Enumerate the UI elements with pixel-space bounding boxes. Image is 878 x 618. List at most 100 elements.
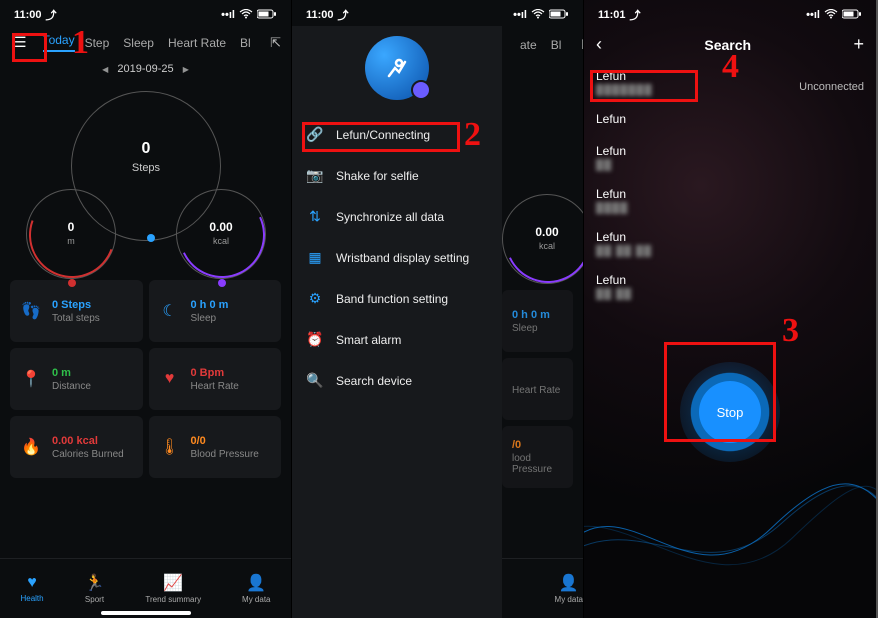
- dot-purple: [218, 279, 226, 287]
- drawer-item-smart-alarm[interactable]: ⏰Smart alarm: [292, 319, 502, 360]
- metric-card-sleep[interactable]: ☾0 h 0 mSleep: [149, 280, 282, 342]
- nav-icon: 📈: [163, 573, 183, 593]
- heart-icon: ♥: [159, 368, 181, 390]
- signal-icon: ••ıl: [221, 9, 235, 21]
- metric-value: 0 Bpm: [191, 367, 239, 379]
- nav-icon: ♥: [27, 574, 37, 592]
- battery-icon: [549, 9, 569, 22]
- status-bar: 11:00 ⤴ ••ıl: [292, 0, 583, 26]
- drawer-item-label: Band function setting: [336, 292, 448, 306]
- device-name: Lefun: [596, 273, 864, 287]
- tab-heart-rate[interactable]: Heart Rate: [168, 36, 226, 50]
- nav-label: Sport: [85, 595, 104, 604]
- metric-card-heart-rate[interactable]: ♥ 0 Bpm Heart Rate: [149, 348, 282, 410]
- ring-steps-label: Steps: [72, 162, 220, 174]
- device-item[interactable]: Lefun ██ ██: [596, 267, 864, 310]
- device-item[interactable]: Lefun ████: [596, 181, 864, 224]
- ring-calories-value: 0.00: [177, 220, 265, 234]
- metrics-grid: 👣0 StepsTotal steps☾0 h 0 mSleep📍0 mDist…: [0, 274, 291, 484]
- card-hr-partial[interactable]: Heart Rate: [502, 358, 573, 420]
- tab-sleep[interactable]: Sleep: [123, 36, 154, 50]
- footsteps-icon: 👣: [20, 300, 42, 322]
- device-detail: ██: [596, 160, 864, 171]
- metric-value: 0 h 0 m: [191, 299, 229, 311]
- device-detail: ████: [596, 203, 864, 214]
- metric-label: Sleep: [191, 313, 229, 324]
- drawer-item-search-device[interactable]: 🔍 Search device: [292, 360, 502, 401]
- search-icon: 🔍: [306, 372, 324, 389]
- bottom-nav-partial: 👤My data: [502, 558, 583, 618]
- drawer-item-label: Wristband display setting: [336, 251, 469, 265]
- gear-icon: ⚙: [306, 290, 324, 307]
- share-icon[interactable]: ⇱: [270, 35, 281, 51]
- metric-value: 0/0: [191, 435, 259, 447]
- device-item[interactable]: Lefun██ ██ ██: [596, 224, 864, 267]
- ring-calories-partial: 0.00 kcal: [502, 194, 583, 284]
- device-name: Lefun: [596, 112, 864, 126]
- ring-distance-unit: m: [27, 236, 115, 246]
- nav-mydata[interactable]: 👤My data: [555, 573, 583, 604]
- drawer-item-band-function-setting[interactable]: ⚙ Band function setting: [292, 278, 502, 319]
- drawer-item-label: Smart alarm: [336, 333, 401, 347]
- device-name: Lefun: [596, 187, 864, 201]
- wifi-icon: [239, 9, 253, 22]
- device-detail: ██ ██: [596, 289, 864, 300]
- ring-distance-value: 0: [27, 220, 115, 234]
- annotation-box-4: [590, 70, 698, 102]
- nav-trend-summary[interactable]: 📈 Trend summary: [145, 573, 201, 604]
- date-next[interactable]: ▶: [183, 65, 189, 74]
- date-value[interactable]: 2019-09-25: [117, 63, 173, 75]
- annotation-number-2: 2: [464, 116, 481, 154]
- annotation-number-3: 3: [782, 312, 799, 350]
- date-selector: ◀ 2019-09-25 ▶: [0, 59, 291, 79]
- metric-label: Blood Pressure: [191, 449, 259, 460]
- metric-card-distance[interactable]: 📍0 mDistance: [10, 348, 143, 410]
- drawer-item-synchronize-all-data[interactable]: ⇅Synchronize all data: [292, 196, 502, 237]
- tab-blood-partial[interactable]: Bl: [551, 38, 562, 52]
- phone-2: 11:00 ⤴ ••ıl ate Bl ⇱ 0.00: [292, 0, 584, 618]
- nav-icon: 👤: [246, 573, 266, 593]
- metric-card-calories-burned[interactable]: 🔥0.00 kcalCalories Burned: [10, 416, 143, 478]
- ring-steps-value: 0: [72, 140, 220, 158]
- nav-health[interactable]: ♥Health: [20, 574, 43, 603]
- nav-my-data[interactable]: 👤My data: [242, 573, 270, 604]
- tab-rate-partial[interactable]: ate: [520, 38, 537, 52]
- status-time: 11:00: [306, 9, 334, 21]
- content-behind-drawer: ate Bl ⇱ 0.00 kcal 0 h 0 mSleep Heart Ra…: [502, 26, 583, 618]
- drawer-item-label: Shake for selfie: [336, 169, 419, 183]
- metric-card-total-steps[interactable]: 👣0 StepsTotal steps: [10, 280, 143, 342]
- thermometer-icon: 🌡: [159, 436, 181, 458]
- flame-icon: 🔥: [20, 436, 42, 458]
- app-logo[interactable]: [365, 36, 429, 100]
- drawer-item-shake-for-selfie[interactable]: 📷 Shake for selfie: [292, 155, 502, 196]
- add-icon[interactable]: +: [853, 34, 864, 55]
- camera-icon: 📷: [306, 167, 324, 184]
- drawer-item-wristband-display-setting[interactable]: ▦Wristband display setting: [292, 237, 502, 278]
- tab-blood[interactable]: Bl: [240, 36, 251, 50]
- location-arrow-icon: ⤴: [338, 7, 349, 23]
- share-icon[interactable]: ⇱: [581, 37, 583, 53]
- drawer-item-label: Search device: [336, 374, 412, 388]
- tab-today[interactable]: Today: [43, 33, 75, 52]
- nav-sport[interactable]: 🏃Sport: [85, 573, 105, 604]
- annotation-number-1: 1: [72, 24, 89, 62]
- metric-card-blood-pressure[interactable]: 🌡 0/0 Blood Pressure: [149, 416, 282, 478]
- card-sleep-partial[interactable]: 0 h 0 mSleep: [502, 290, 573, 352]
- device-detail: ██ ██ ██: [596, 246, 864, 257]
- date-prev[interactable]: ◀: [102, 65, 108, 74]
- back-icon[interactable]: ‹: [596, 34, 602, 55]
- wifi-icon: [824, 9, 838, 22]
- signal-icon: ••ıl: [513, 9, 527, 21]
- nav-label: Trend summary: [145, 595, 201, 604]
- device-item[interactable]: Lefun: [596, 106, 864, 138]
- metric-label: Total steps: [52, 313, 100, 324]
- pin-icon: 📍: [20, 368, 42, 390]
- metric-label: Heart Rate: [191, 381, 239, 392]
- device-item[interactable]: Lefun██: [596, 138, 864, 181]
- annotation-number-4: 4: [722, 48, 739, 86]
- battery-icon: [257, 9, 277, 22]
- annotation-box-1: [12, 33, 47, 62]
- location-arrow-icon: ⤴: [630, 7, 641, 23]
- location-arrow-icon: ⤴: [46, 7, 57, 23]
- card-bp-partial[interactable]: /0lood Pressure: [502, 426, 573, 488]
